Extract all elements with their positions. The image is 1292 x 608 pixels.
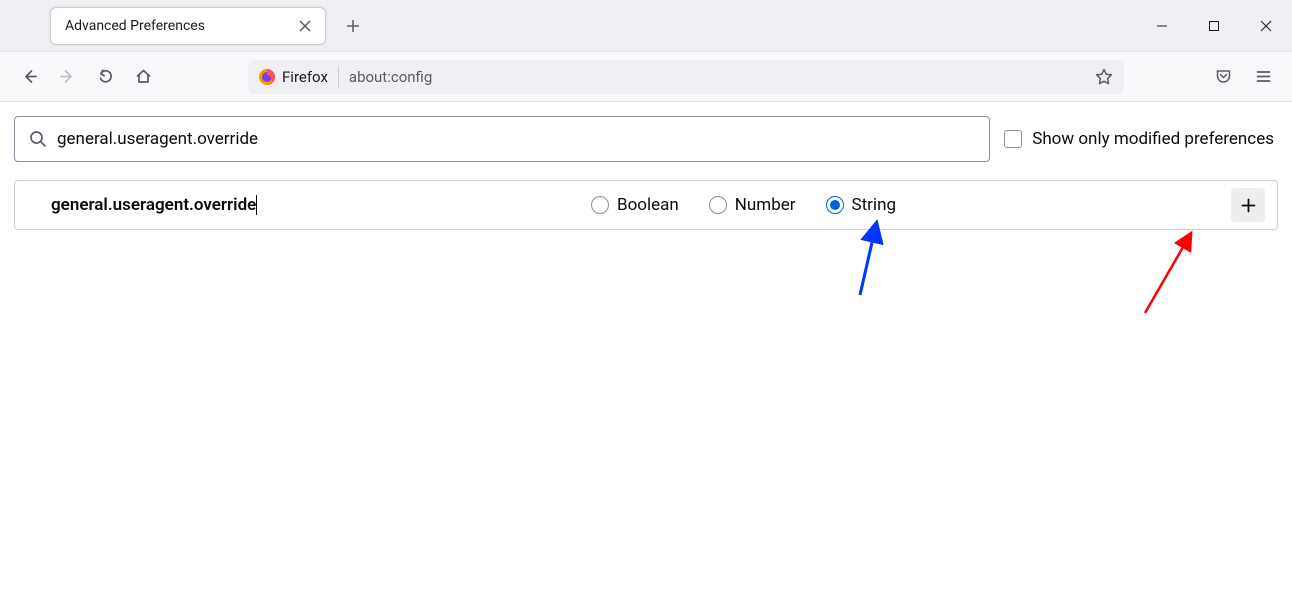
radio-circle xyxy=(709,196,727,214)
text-cursor xyxy=(256,195,257,215)
search-input[interactable] xyxy=(57,129,975,149)
search-icon xyxy=(29,130,47,148)
close-icon xyxy=(1260,20,1272,32)
url-bar[interactable]: Firefox about:config xyxy=(248,60,1124,94)
checkbox-label: Show only modified preferences xyxy=(1032,129,1274,149)
plus-icon xyxy=(346,19,360,33)
identity-box[interactable]: Firefox xyxy=(258,68,338,86)
reload-icon xyxy=(97,68,114,85)
pref-row: general.useragent.override Boolean Numbe… xyxy=(15,181,1277,229)
minimize-icon xyxy=(1156,20,1168,32)
pref-name[interactable]: general.useragent.override xyxy=(51,195,591,215)
radio-label: Number xyxy=(735,195,796,215)
new-tab-button[interactable] xyxy=(336,9,370,43)
firefox-icon xyxy=(258,68,276,86)
checkbox-box xyxy=(1004,130,1022,148)
back-icon xyxy=(21,68,38,85)
window-controls xyxy=(1136,0,1292,52)
radio-circle xyxy=(591,196,609,214)
bookmark-button[interactable] xyxy=(1090,63,1118,91)
url-text: about:config xyxy=(349,68,1090,86)
plus-icon xyxy=(1241,198,1256,213)
browser-tab[interactable]: Advanced Preferences xyxy=(50,7,326,45)
nav-toolbar: Firefox about:config xyxy=(0,52,1292,102)
search-row: Show only modified preferences xyxy=(14,116,1278,162)
pocket-icon xyxy=(1215,68,1232,85)
about-config-content: Show only modified preferences general.u… xyxy=(0,102,1292,244)
type-radio-group: Boolean Number String xyxy=(591,195,896,215)
reload-button[interactable] xyxy=(88,60,122,94)
tab-title: Advanced Preferences xyxy=(65,18,295,34)
show-modified-checkbox[interactable]: Show only modified preferences xyxy=(1004,129,1278,149)
pref-table: general.useragent.override Boolean Numbe… xyxy=(14,180,1278,230)
close-tab-button[interactable] xyxy=(295,16,315,36)
back-button[interactable] xyxy=(12,60,46,94)
minimize-button[interactable] xyxy=(1136,0,1188,52)
forward-button[interactable] xyxy=(50,60,84,94)
app-menu-button[interactable] xyxy=(1246,60,1280,94)
home-button[interactable] xyxy=(126,60,160,94)
radio-label: String xyxy=(852,195,896,215)
add-pref-button[interactable] xyxy=(1231,188,1265,222)
radio-label: Boolean xyxy=(617,195,679,215)
maximize-button[interactable] xyxy=(1188,0,1240,52)
search-box[interactable] xyxy=(14,116,990,162)
identity-label: Firefox xyxy=(282,68,328,86)
forward-icon xyxy=(59,68,76,85)
pocket-button[interactable] xyxy=(1206,60,1240,94)
hamburger-icon xyxy=(1255,68,1272,85)
close-icon xyxy=(299,20,311,32)
radio-string[interactable]: String xyxy=(826,195,896,215)
home-icon xyxy=(135,68,152,85)
radio-circle xyxy=(826,196,844,214)
urlbar-separator xyxy=(338,66,339,88)
close-window-button[interactable] xyxy=(1240,0,1292,52)
tab-bar: Advanced Preferences xyxy=(0,0,1292,52)
star-icon xyxy=(1095,68,1113,86)
maximize-icon xyxy=(1208,20,1220,32)
radio-number[interactable]: Number xyxy=(709,195,796,215)
radio-boolean[interactable]: Boolean xyxy=(591,195,679,215)
